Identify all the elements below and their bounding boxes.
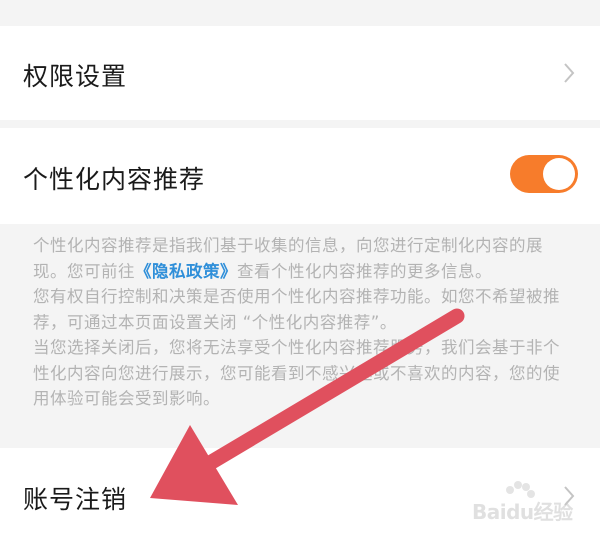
privacy-policy-link[interactable]: 《隐私政策》 [135,262,237,281]
baidu-watermark: Baidu经验 [462,481,592,528]
watermark-text: Baidu经验 [472,500,573,524]
personalization-description: 个性化内容推荐是指我们基于收集的信息，向您进行定制化内容的展现。您可前往《隐私政… [33,233,573,412]
top-divider-area [0,0,600,26]
description-paragraph-2: 您有权自行控制和决策是否使用个性化内容推荐功能。如您不希望被推荐，可通过本页面设… [33,287,560,332]
personalized-recommendation-label: 个性化内容推荐 [23,165,206,194]
toggle-knob [543,158,575,190]
description-paragraph-3: 当您选择关闭后，您将无法享受个性化内容推荐服务，我们会基于非个性化内容向您进行展… [33,338,560,408]
personalized-recommendation-row: 个性化内容推荐 [0,128,600,224]
description-text-2: 查看个性化内容推荐的更多信息。 [237,261,492,281]
permission-settings-label: 权限设置 [23,62,128,91]
description-paragraph-1: 个性化内容推荐是指我们基于收集的信息，向您进行定制化内容的展现。您可前往《隐私政… [33,233,573,284]
personalized-recommendation-toggle[interactable] [510,155,578,193]
chevron-right-icon [564,63,575,83]
account-cancellation-label: 账号注销 [23,485,128,514]
permission-settings-row[interactable]: 权限设置 [0,26,600,120]
